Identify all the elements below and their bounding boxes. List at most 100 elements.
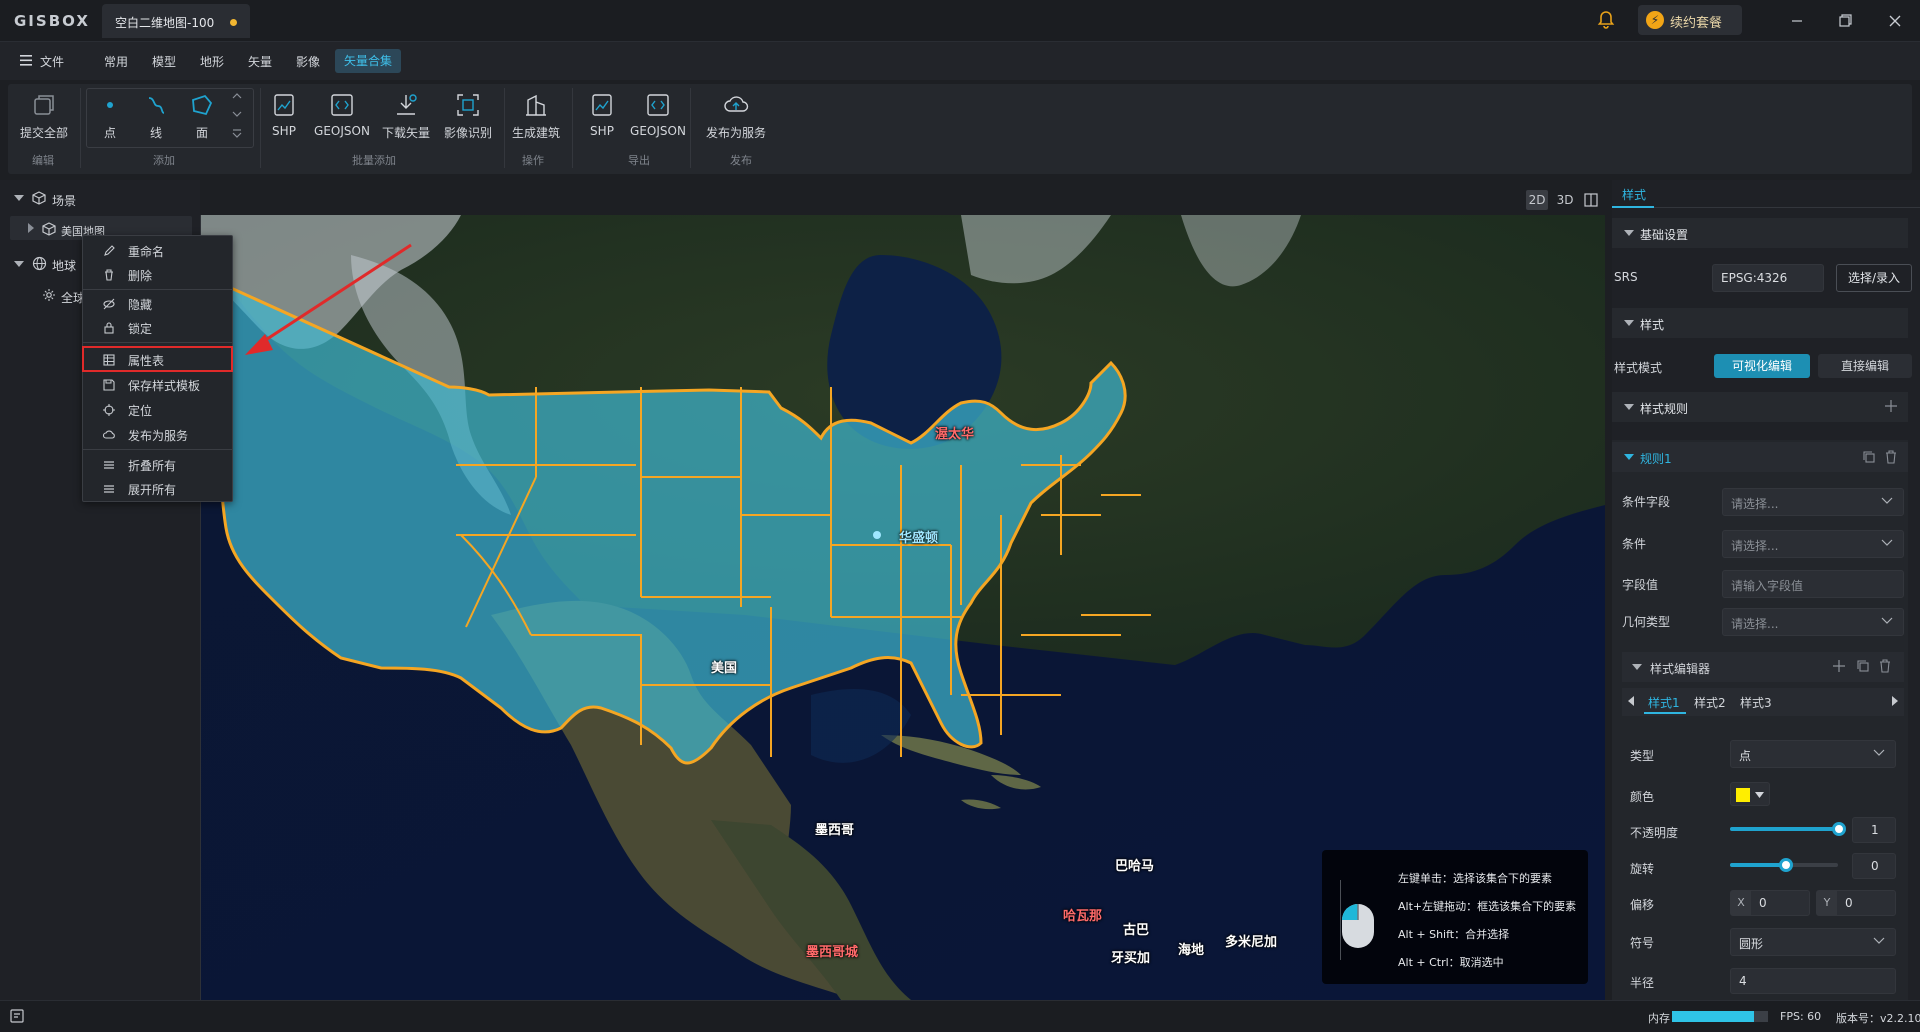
rotation-input[interactable]: 0 [1852, 853, 1896, 879]
delete-rule-icon[interactable] [1884, 450, 1898, 464]
color-picker[interactable] [1730, 782, 1770, 806]
copy-style-icon[interactable] [1856, 659, 1870, 673]
generate-building-label: 生成建筑 [511, 126, 560, 140]
ctx-lock[interactable]: 锁定 [83, 317, 232, 339]
geom-type-select[interactable]: 请选择... [1722, 608, 1904, 636]
gallery-up-icon[interactable] [232, 92, 242, 100]
hamburger-icon[interactable] [20, 55, 32, 66]
submit-all-button[interactable]: 提交全部 [14, 90, 74, 141]
globe-icon [32, 256, 47, 271]
menu-imagery[interactable]: 影像 [296, 53, 320, 70]
add-point-button[interactable]: 点 [92, 90, 128, 141]
hint-line-1: 左键单击：选择该集合下的要素 [1398, 872, 1552, 885]
offset-x-prefix: X [1731, 891, 1751, 915]
type-value: 点 [1739, 749, 1752, 763]
restore-button[interactable] [1830, 8, 1860, 34]
rotation-label: 旋转 [1630, 862, 1655, 876]
ctx-delete[interactable]: 删除 [83, 264, 232, 286]
delete-style-icon[interactable] [1878, 659, 1892, 673]
opacity-input[interactable]: 1 [1852, 817, 1896, 843]
export-geojson-button[interactable]: GEOJSON [624, 90, 692, 138]
split-view-icon[interactable] [1584, 193, 1598, 207]
publish-service-button[interactable]: 发布为服务 [698, 90, 774, 141]
collapse-earth-icon[interactable] [14, 260, 24, 268]
document-tab[interactable]: 空白二维地图-100 [102, 4, 250, 38]
ctx-expand-all[interactable]: 展开所有 [83, 478, 232, 500]
image-recognition-button[interactable]: 影像识别 [438, 90, 498, 141]
ctx-save-style-template-label: 保存样式模板 [128, 379, 201, 393]
geojson-file-icon [327, 90, 357, 120]
srs-select-button[interactable]: 选择/录入 [1836, 264, 1912, 292]
add-polygon-button[interactable]: 面 [184, 90, 220, 141]
download-vector-label: 下载矢量 [381, 126, 430, 140]
menu-vector-collection[interactable]: 矢量合集 [335, 49, 401, 73]
minimize-button[interactable] [1782, 8, 1812, 34]
export-shp-button[interactable]: SHP [580, 90, 624, 138]
menu-model[interactable]: 模型 [152, 53, 176, 70]
view-2d-button[interactable]: 2D [1526, 190, 1548, 210]
add-style-icon[interactable] [1832, 659, 1846, 673]
type-select[interactable]: 点 [1730, 740, 1896, 768]
style-tab-3[interactable]: 样式3 [1740, 694, 1772, 711]
symbol-select[interactable]: 圆形 [1730, 928, 1896, 956]
radius-input[interactable]: 4 [1730, 968, 1896, 994]
expand-layer-icon[interactable] [27, 223, 35, 233]
condition-select[interactable]: 请选择... [1722, 530, 1904, 558]
close-button[interactable] [1880, 8, 1910, 34]
offset-y-prefix: Y [1817, 891, 1837, 915]
bell-icon[interactable] [1596, 10, 1616, 30]
tab-style[interactable]: 样式 [1622, 186, 1646, 203]
rotation-slider-handle[interactable] [1779, 858, 1793, 872]
log-icon[interactable] [10, 1009, 24, 1023]
section-style-rules[interactable]: 样式规则 [1612, 392, 1908, 422]
section-basic-settings[interactable]: 基础设置 [1612, 218, 1908, 248]
gallery-down-icon[interactable] [232, 110, 242, 118]
cond-field-select[interactable]: 请选择... [1722, 488, 1904, 516]
map-label-mexico-city: 墨西哥城 [806, 945, 859, 960]
menu-common[interactable]: 常用 [104, 53, 128, 70]
field-value-input[interactable]: 请输入字段值 [1722, 570, 1904, 598]
generate-building-button[interactable]: 生成建筑 [506, 90, 566, 141]
ctx-save-style-template[interactable]: 保存样式模板 [83, 374, 232, 396]
ctx-hide[interactable]: 隐藏 [83, 293, 232, 315]
tabs-next-icon[interactable] [1892, 696, 1898, 706]
ctx-collapse-all[interactable]: 折叠所有 [83, 454, 232, 476]
ctx-publish-service[interactable]: 发布为服务 [83, 424, 232, 446]
menu-terrain[interactable]: 地形 [200, 53, 224, 70]
geojson-export-icon [643, 90, 673, 120]
copy-rule-icon[interactable] [1862, 450, 1876, 464]
expand-all-icon [103, 483, 115, 495]
ctx-rename[interactable]: 重命名 [83, 240, 232, 262]
mode-visual-button[interactable]: 可视化编辑 [1714, 354, 1810, 378]
offset-y-input[interactable]: Y 0 [1816, 890, 1896, 916]
add-shp-button[interactable]: SHP [262, 90, 306, 138]
style-tab-1[interactable]: 样式1 [1648, 694, 1680, 711]
rotation-slider-fill [1730, 863, 1786, 867]
add-line-button[interactable]: 线 [138, 90, 174, 141]
version-readout: 版本号：v2.2.10 [1836, 1012, 1920, 1025]
srs-label: SRS [1614, 270, 1638, 284]
add-rule-icon[interactable] [1884, 399, 1898, 413]
offset-x-value: 0 [1759, 896, 1767, 910]
offset-x-input[interactable]: X 0 [1730, 890, 1810, 916]
ctx-locate[interactable]: 定位 [83, 399, 232, 421]
srs-field[interactable]: EPSG:4326 [1712, 264, 1824, 292]
memory-label: 内存 [1648, 1012, 1670, 1025]
renew-plan-button[interactable]: ⚡ 续约套餐 [1638, 5, 1742, 35]
section-style[interactable]: 样式 [1612, 308, 1908, 338]
chevron-down-icon [1881, 617, 1893, 625]
add-line-label: 线 [149, 126, 162, 140]
menu-vector[interactable]: 矢量 [248, 53, 272, 70]
add-geojson-label: GEOJSON [314, 124, 370, 138]
add-geojson-button[interactable]: GEOJSON [308, 90, 376, 138]
style-tab-2[interactable]: 样式2 [1694, 694, 1726, 711]
collapse-scene-icon[interactable] [14, 194, 24, 202]
opacity-slider-handle[interactable] [1832, 822, 1846, 836]
tabs-prev-icon[interactable] [1628, 696, 1634, 706]
mode-direct-button[interactable]: 直接编辑 [1818, 354, 1912, 378]
view-3d-button[interactable]: 3D [1554, 190, 1576, 210]
gallery-expand-icon[interactable] [232, 128, 242, 138]
menu-file[interactable]: 文件 [40, 53, 64, 70]
rule1-label: 规则1 [1640, 452, 1672, 466]
download-vector-button[interactable]: 下载矢量 [376, 90, 436, 141]
